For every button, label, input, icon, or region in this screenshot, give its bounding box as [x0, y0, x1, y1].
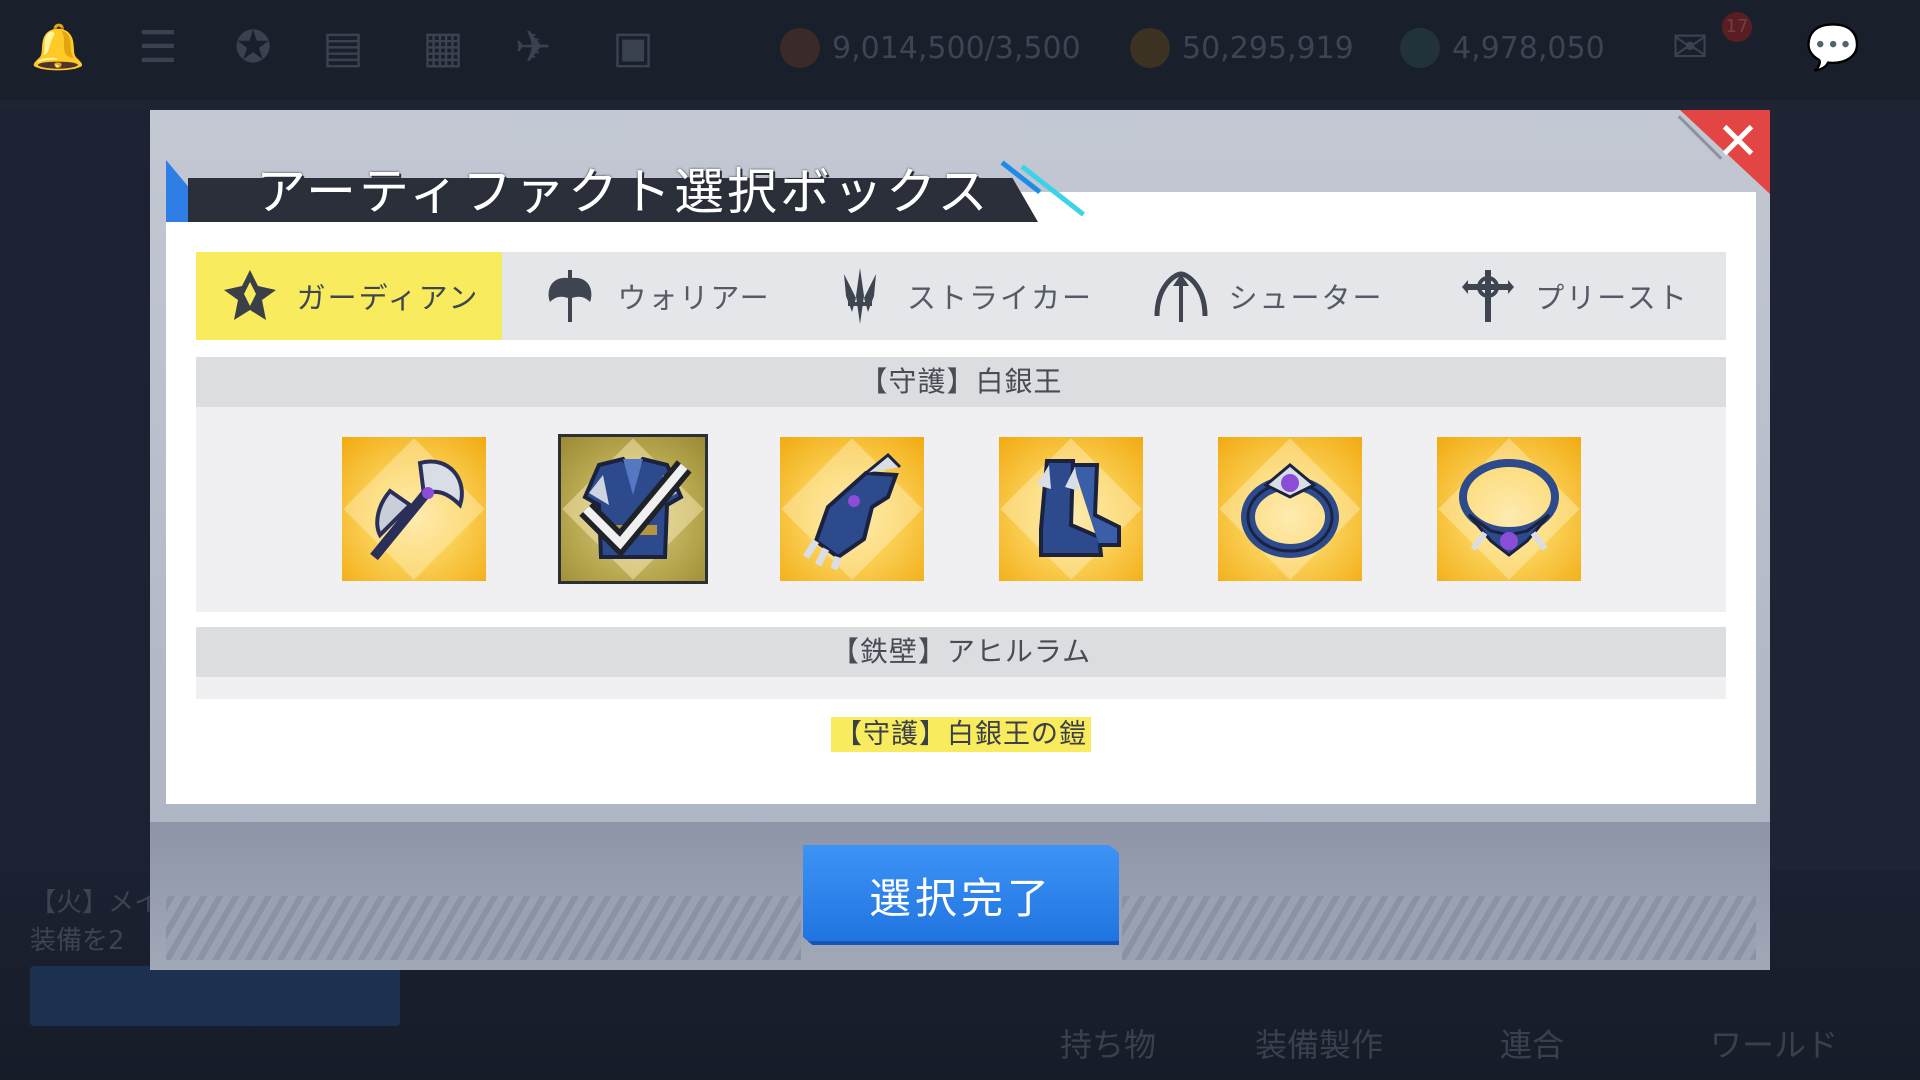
tab-shooter[interactable]: シューター [1114, 252, 1420, 340]
bell-icon: 🔔 [30, 22, 86, 73]
dialog-title-bar: アーティファクト選択ボックス [166, 160, 1066, 222]
striker-icon [829, 265, 891, 327]
gift-icon: ▣ [612, 22, 654, 73]
dialog-title: アーティファクト選択ボックス [256, 163, 991, 221]
background-top-bar: 🔔 ☰ ✪ ▤ ▦ ✈ ▣ 9,014,500/3,500 50,295,919… [0, 0, 1920, 100]
dialog-content-panel: ガーディアン ウォリアー ストライカー シューター プリースト 【守護】白銀王 … [166, 192, 1756, 804]
background-quest-text-2: 装備を2 [30, 926, 125, 956]
stamina-value: 9,014,500/3,500 [832, 30, 1081, 66]
artifact-item-gauntlet[interactable] [779, 437, 924, 581]
artifact-set-2: 【鉄壁】アヒルラム [196, 627, 1726, 699]
tab-guardian-label: ガーディアン [296, 281, 480, 315]
gold-resource: 50,295,919 [1130, 22, 1354, 74]
axe-weapon-icon [369, 459, 464, 561]
guardian-icon [219, 265, 281, 327]
gem-value: 4,978,050 [1452, 30, 1605, 66]
bottom-nav-guild: 連合 [1500, 1026, 1565, 1064]
gem-icon [1400, 28, 1440, 68]
selected-item-name: 【守護】白銀王の鎧 [831, 717, 1091, 752]
artifact-item-ring[interactable] [1217, 437, 1362, 581]
tab-guardian[interactable]: ガーディアン [196, 252, 502, 340]
confirm-selection-button[interactable]: 選択完了 [803, 845, 1119, 945]
artifact-item-weapon[interactable] [341, 437, 486, 581]
tab-priest[interactable]: プリースト [1420, 252, 1726, 340]
tab-striker-label: ストライカー [906, 281, 1093, 315]
calendar-icon: ▦ [422, 22, 464, 73]
ring-icon [1240, 463, 1339, 558]
stamina-resource: 9,014,500/3,500 [780, 22, 1081, 74]
warrior-icon [539, 265, 601, 327]
set-2-header[interactable]: 【鉄壁】アヒルラム [196, 627, 1726, 677]
bird-icon: ✈ [514, 22, 552, 73]
bottom-nav-inventory: 持ち物 [1060, 1026, 1157, 1064]
priest-icon [1457, 265, 1519, 327]
artifact-set-1: 【守護】白銀王 [196, 357, 1726, 612]
bottom-nav-world: ワールド [1710, 1026, 1839, 1064]
bottom-nav-crafting: 装備製作 [1255, 1026, 1384, 1064]
shooter-icon [1150, 265, 1212, 327]
mail-icon: ✉ [1671, 22, 1709, 73]
tab-priest-label: プリースト [1535, 281, 1689, 315]
hatch-pattern-right [1122, 896, 1756, 960]
background-search-bar [30, 966, 400, 1026]
artifact-item-boots[interactable] [998, 437, 1143, 581]
stamina-icon [780, 28, 820, 68]
artifact-item-necklace[interactable] [1436, 437, 1581, 581]
quest-icon: ☰ [138, 22, 178, 73]
class-tabs: ガーディアン ウォリアー ストライカー シューター プリースト [196, 252, 1726, 340]
chat-icon: 💬 [1805, 22, 1861, 73]
close-button[interactable]: ✕ [1712, 116, 1764, 168]
set-1-items [196, 407, 1726, 584]
medal-icon: ✪ [234, 22, 272, 73]
selected-item-label-container: 【守護】白銀王の鎧 [166, 712, 1756, 752]
check-icon [578, 460, 692, 558]
gauntlet-icon [802, 452, 901, 571]
tab-shooter-label: シューター [1228, 281, 1384, 315]
boots-icon [1036, 459, 1121, 557]
gold-icon [1130, 28, 1170, 68]
tab-striker[interactable]: ストライカー [808, 252, 1114, 340]
tab-warrior[interactable]: ウォリアー [502, 252, 808, 340]
board-icon: ▤ [322, 22, 364, 73]
background-left-panel [0, 110, 150, 870]
background-quest-text-1: 【火】メイ [30, 888, 161, 918]
gem-resource: 4,978,050 [1400, 22, 1605, 74]
set-1-header[interactable]: 【守護】白銀王 [196, 357, 1726, 407]
mail-badge: 17 [1722, 12, 1752, 42]
hatch-pattern-left [166, 896, 801, 960]
background-right-panel [1770, 110, 1920, 870]
artifact-select-dialog: ガーディアン ウォリアー ストライカー シューター プリースト 【守護】白銀王 … [150, 110, 1770, 970]
artifact-item-armor[interactable] [557, 434, 708, 584]
gold-value: 50,295,919 [1182, 30, 1354, 66]
tab-warrior-label: ウォリアー [617, 281, 771, 315]
necklace-icon [1458, 459, 1559, 557]
